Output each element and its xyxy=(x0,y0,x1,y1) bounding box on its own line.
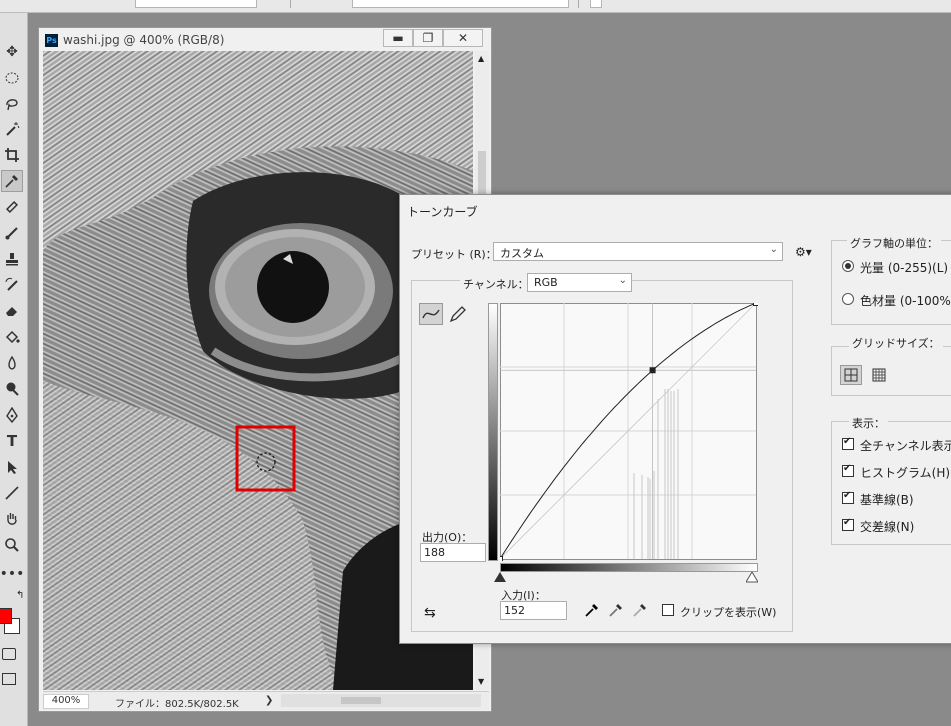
stamp-icon[interactable] xyxy=(1,248,23,270)
horizontal-scroll-thumb[interactable] xyxy=(341,697,381,704)
preset-label: プリセット (R)： xyxy=(411,248,497,261)
chevron-down-icon: ⌄ xyxy=(769,244,778,255)
unit-light-label: 光量 (0-255)(L) xyxy=(860,261,949,275)
history-brush-icon[interactable] xyxy=(1,274,23,296)
foreground-color-swatch[interactable] xyxy=(0,608,12,624)
move-icon[interactable]: ✥ xyxy=(1,41,23,63)
options-separator xyxy=(578,0,579,8)
chevron-down-icon: ⌄ xyxy=(618,275,627,286)
options-field[interactable] xyxy=(135,0,257,8)
pencil-icon xyxy=(449,306,466,323)
dodge-icon[interactable] xyxy=(1,378,23,400)
show-clipping-label: クリップを表示(W) xyxy=(680,606,777,619)
black-point-slider-icon[interactable] xyxy=(494,572,506,583)
swap-colors-icon[interactable]: ↰ xyxy=(16,590,24,601)
curve-graph[interactable] xyxy=(500,303,758,561)
scroll-up-icon[interactable]: ▲ xyxy=(478,54,484,63)
show-all-channels-checkbox[interactable] xyxy=(842,436,854,450)
crop-icon[interactable] xyxy=(1,144,23,166)
line-icon[interactable] xyxy=(1,482,23,504)
maximize-button[interactable]: ❐ xyxy=(413,29,443,47)
show-histogram-label: ヒストグラム(H) xyxy=(860,466,951,480)
healing-icon[interactable] xyxy=(1,196,23,218)
path-select-icon[interactable] xyxy=(1,456,23,478)
grid-10x10-icon xyxy=(872,368,886,382)
show-all-channels-label: 全チャンネル表示 xyxy=(860,439,951,453)
white-eyedropper-icon[interactable] xyxy=(632,602,648,618)
preset-dropdown[interactable]: カスタム ⌄ xyxy=(493,242,783,261)
input-gradient-bar xyxy=(500,563,758,572)
photoshop-icon: Ps xyxy=(45,34,58,47)
status-menu-arrow-icon[interactable]: ❯ xyxy=(265,695,273,706)
show-histogram-checkbox[interactable] xyxy=(842,463,854,477)
minimize-button[interactable]: ▬ xyxy=(383,29,413,47)
more-icon[interactable]: ••• xyxy=(0,563,24,585)
quick-mask-icon[interactable] xyxy=(2,648,16,660)
marquee-icon[interactable] xyxy=(1,67,23,89)
units-label: グラフ軸の単位： xyxy=(847,235,941,251)
screen-mode-icon[interactable] xyxy=(2,673,16,685)
show-clipping-checkbox[interactable] xyxy=(662,604,674,616)
status-bar: 400% ファイル：802.5K/802.5K ❯ xyxy=(43,691,489,710)
unit-ink-radio[interactable] xyxy=(842,293,854,305)
eyedropper-icon[interactable] xyxy=(1,170,23,192)
units-group xyxy=(831,240,951,325)
magic-wand-icon[interactable] xyxy=(1,118,23,140)
zoom-icon[interactable] xyxy=(1,534,23,556)
tools-panel: ✥ T ••• ↰ xyxy=(0,13,28,726)
horizontal-scrollbar[interactable] xyxy=(281,694,481,707)
channel-value: RGB xyxy=(534,276,558,289)
on-image-adjust-icon[interactable]: ⇆ xyxy=(424,605,436,621)
grid-size-label: グリッドサイズ： xyxy=(849,335,943,351)
curve-point-tool-button[interactable] xyxy=(419,303,443,325)
input-field[interactable]: 152 xyxy=(500,601,567,620)
type-icon[interactable]: T xyxy=(1,430,23,452)
document-title: washi.jpg @ 400% (RGB/8) xyxy=(63,33,225,47)
white-point-slider-icon[interactable] xyxy=(746,572,758,583)
curves-dialog: トーンカーブ プリセット (R)： カスタム ⌄ ⚙▾ チャンネル： RGB ⌄… xyxy=(399,194,951,644)
options-checkbox[interactable] xyxy=(590,0,602,8)
close-button[interactable]: ✕ xyxy=(443,29,483,47)
paint-bucket-icon[interactable] xyxy=(1,326,23,348)
eraser-icon[interactable] xyxy=(1,300,23,322)
show-baseline-label: 基準線(B) xyxy=(860,493,914,507)
show-intersection-label: 交差線(N) xyxy=(860,520,915,534)
unit-light-radio[interactable] xyxy=(842,260,854,272)
scroll-down-icon[interactable]: ▼ xyxy=(478,677,484,686)
output-gradient-bar xyxy=(488,303,498,561)
curve-control-point[interactable] xyxy=(649,367,656,374)
grid-detailed-button[interactable] xyxy=(868,365,890,385)
options-bar xyxy=(0,0,951,13)
gray-eyedropper-icon[interactable] xyxy=(608,602,624,618)
lasso-icon[interactable] xyxy=(1,93,23,115)
output-field[interactable]: 188 xyxy=(420,543,486,562)
display-label: 表示： xyxy=(849,415,888,431)
show-baseline-checkbox[interactable] xyxy=(842,490,854,504)
show-intersection-checkbox[interactable] xyxy=(842,517,854,531)
options-separator xyxy=(290,0,291,8)
curve-endpoint-white[interactable] xyxy=(753,303,759,306)
brush-icon[interactable] xyxy=(1,222,23,244)
curve-icon xyxy=(422,309,440,319)
pen-icon[interactable] xyxy=(1,404,23,426)
dialog-title: トーンカーブ xyxy=(407,205,478,219)
blur-icon[interactable] xyxy=(1,352,23,374)
zoom-field[interactable]: 400% xyxy=(43,694,89,709)
file-info: ファイル：802.5K/802.5K xyxy=(115,699,239,710)
channel-label: チャンネル： xyxy=(460,276,532,292)
preset-options-gear-icon[interactable]: ⚙▾ xyxy=(795,245,812,259)
curve-endpoint-black[interactable] xyxy=(500,556,503,562)
unit-ink-label: 色材量 (0-100% xyxy=(860,294,951,308)
channel-dropdown[interactable]: RGB ⌄ xyxy=(527,273,632,292)
grid-simple-button[interactable] xyxy=(840,365,862,385)
options-field[interactable] xyxy=(352,0,569,8)
pencil-tool-button[interactable] xyxy=(447,303,469,325)
grid-4x4-icon xyxy=(844,368,858,382)
black-eyedropper-icon[interactable] xyxy=(584,602,600,618)
preset-value: カスタム xyxy=(500,247,544,260)
hand-icon[interactable] xyxy=(1,508,23,530)
